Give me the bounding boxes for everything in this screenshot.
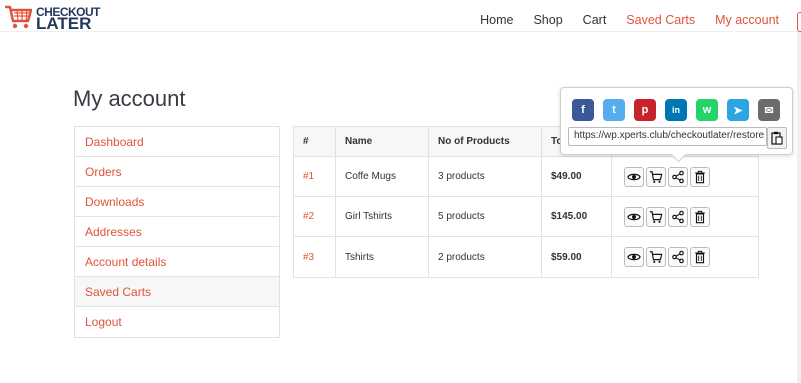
header-name: Name [336,127,429,156]
share-icon [672,170,684,183]
account-nav-account-details[interactable]: Account details [75,247,279,277]
cart-id-link[interactable]: #1 [303,171,314,182]
header-id: # [294,127,336,156]
clipboard-icon [771,131,783,145]
trash-icon [695,210,705,223]
share-icon [672,250,684,264]
cart-logo-icon [5,5,32,29]
email-icon[interactable]: ✉ [758,99,780,121]
cart-actions [612,157,758,196]
header-products: No of Products [429,127,542,156]
cart-id-link[interactable]: #2 [303,211,314,222]
linkedin-icon[interactable]: in [665,99,687,121]
eye-icon [627,173,641,180]
cart-name: Coffe Mugs [336,157,429,196]
cart-icon [649,170,663,183]
nav-shop[interactable]: Shop [533,13,562,27]
header-cart-button-edge[interactable] [797,12,801,32]
telegram-icon[interactable]: ➤ [727,99,749,121]
share-button[interactable] [668,247,688,267]
copy-url-button[interactable] [767,127,787,149]
view-button[interactable] [624,206,644,227]
account-navigation: Dashboard Orders Downloads Addresses Acc… [74,126,280,338]
cart-icon [649,210,663,223]
share-network-list: f t p in w ➤ ✉ [572,99,780,121]
share-icon [672,210,684,223]
add-to-cart-button[interactable] [646,166,666,187]
view-button[interactable] [624,166,644,187]
cart-actions [612,197,758,236]
site-logo[interactable]: CHECKOUT LATER [4,4,104,32]
cart-name: Tshirts [336,237,429,277]
view-button[interactable] [624,247,644,267]
eye-icon [627,253,641,261]
site-header: CHECKOUT LATER Home Shop Cart Saved Cart… [0,0,801,32]
cart-product-count: 3 products [429,157,542,196]
main-nav: Home Shop Cart Saved Carts My account [480,13,779,27]
pinterest-icon[interactable]: p [634,99,656,121]
trash-icon [695,250,705,264]
table-row: #3 Tshirts 2 products $59.00 [294,237,758,277]
add-to-cart-button[interactable] [646,247,666,267]
eye-icon [627,213,641,220]
scrollbar-track[interactable] [797,32,801,383]
share-url-field[interactable]: https://wp.xperts.club/checkoutlater/res… [568,127,767,146]
delete-button[interactable] [690,247,710,267]
trash-icon [695,170,705,183]
account-nav-orders[interactable]: Orders [75,157,279,187]
logo-text-bottom: LATER [36,14,92,33]
cart-total: $49.00 [542,157,612,196]
account-nav-downloads[interactable]: Downloads [75,187,279,217]
nav-home[interactable]: Home [480,13,513,27]
cart-product-count: 2 products [429,237,542,277]
page-title: My account [73,86,186,111]
account-nav-addresses[interactable]: Addresses [75,217,279,247]
whatsapp-icon[interactable]: w [696,99,718,121]
account-nav-saved-carts[interactable]: Saved Carts [75,277,279,307]
table-row: #1 Coffe Mugs 3 products $49.00 [294,157,758,197]
table-row: #2 Girl Tshirts 5 products $145.00 [294,197,758,237]
facebook-icon[interactable]: f [572,99,594,121]
nav-my-account[interactable]: My account [715,13,779,27]
account-nav-logout[interactable]: Logout [75,307,279,337]
cart-name: Girl Tshirts [336,197,429,236]
delete-button[interactable] [690,166,710,187]
twitter-icon[interactable]: t [603,99,625,121]
delete-button[interactable] [690,206,710,227]
nav-saved-carts[interactable]: Saved Carts [626,13,695,27]
cart-total: $59.00 [542,237,612,277]
add-to-cart-button[interactable] [646,206,666,227]
cart-total: $145.00 [542,197,612,236]
share-popover: f t p in w ➤ ✉ https://wp.xperts.club/ch… [560,87,793,155]
share-button[interactable] [668,206,688,227]
account-nav-dashboard[interactable]: Dashboard [75,127,279,157]
cart-product-count: 5 products [429,197,542,236]
cart-icon [649,251,663,263]
share-button[interactable] [668,166,688,187]
cart-id-link[interactable]: #3 [303,252,314,263]
cart-actions [612,237,758,277]
nav-cart[interactable]: Cart [583,13,607,27]
